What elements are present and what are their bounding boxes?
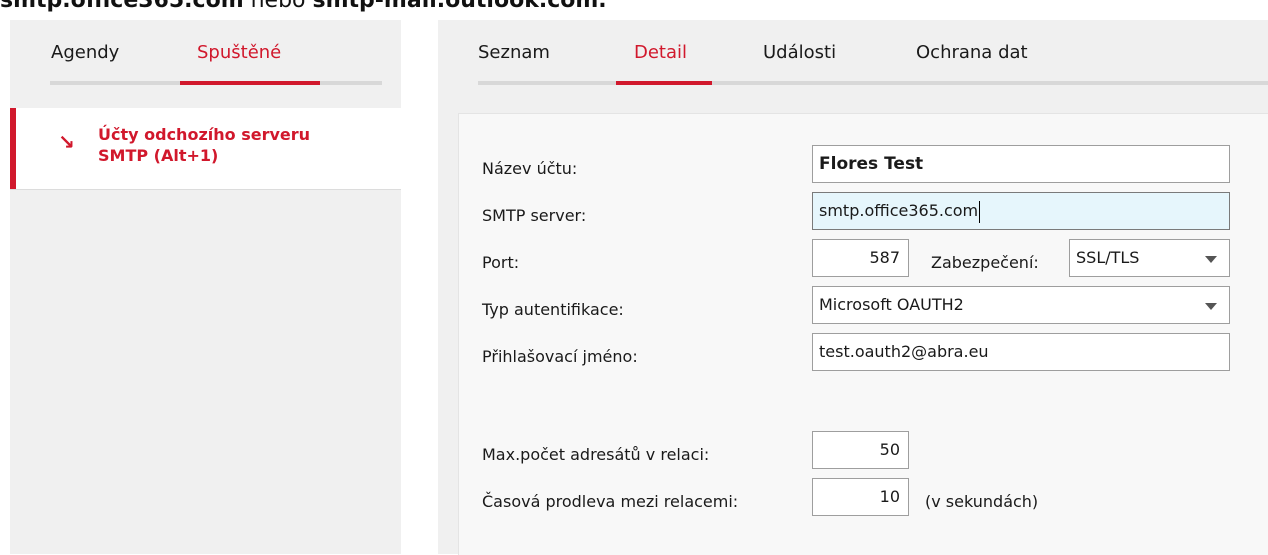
connector-text: nebo [243,0,313,13]
chevron-down-icon [1205,303,1217,310]
detail-tab-bar: Seznam Detail Události Ochrana dat [438,20,1268,86]
max-recipients-label: Max.počet adresátů v relaci: [482,445,710,464]
selection-accent [10,108,16,189]
auth-type-select[interactable]: Microsoft OAUTH2 [812,286,1230,324]
running-agenda-label: Účty odchozího serveru SMTP (Alt+1) [98,124,388,166]
login-label: Přihlašovací jméno: [482,347,638,366]
delay-unit-label: (v sekundách) [925,492,1039,511]
port-label: Port: [482,253,520,272]
detail-tabs-rule [478,81,1268,85]
tab-spustene[interactable]: Spuštěné [197,42,281,63]
right-panel: Seznam Detail Události Ochrana dat Název… [438,20,1268,555]
account-name-field[interactable]: Flores Test [812,145,1230,183]
login-field[interactable]: test.oauth2@abra.eu [812,333,1230,371]
smtp-server-value: smtp.office365.com [819,201,979,220]
running-agenda-item[interactable]: ↘ Účty odchozího serveru SMTP (Alt+1) [10,108,401,190]
text-caret [979,200,981,223]
active-tab-underline [180,81,320,85]
left-panel: Agendy Spuštěné ↘ Účty odchozího serveru… [10,20,401,554]
tab-seznam[interactable]: Seznam [478,42,550,63]
delay-label: Časová prodleva mezi relacemi: [482,492,739,511]
tab-agendy[interactable]: Agendy [51,42,119,63]
smtp-server-field[interactable]: smtp.office365.com [812,192,1230,230]
security-label: Zabezpečení: [931,253,1039,272]
auth-type-label: Typ autentifikace: [482,300,624,319]
security-value: SSL/TLS [1076,248,1140,267]
active-tab-underline [616,81,712,85]
arrow-down-right-icon: ↘ [58,130,75,154]
server-name-2: smtp-mail.outlook.com. [312,0,607,13]
delay-field[interactable]: 10 [812,478,909,516]
smtp-server-label: SMTP server: [482,206,587,225]
page-text-fragment: smtp.office365.com nebo smtp-mail.outloo… [0,0,607,18]
tab-ochrana-dat[interactable]: Ochrana dat [916,42,1028,63]
account-name-label: Název účtu: [482,159,578,178]
tab-udalosti[interactable]: Události [763,42,836,63]
server-name-1: smtp.office365.com [0,0,244,13]
detail-form: Název účtu: Flores Test SMTP server: smt… [458,113,1268,555]
running-agenda-line1: Účty odchozího serveru [98,125,311,144]
chevron-down-icon [1205,256,1217,263]
port-field[interactable]: 587 [812,239,909,277]
running-agenda-line2: SMTP (Alt+1) [98,146,219,165]
security-select[interactable]: SSL/TLS [1069,239,1230,277]
max-recipients-field[interactable]: 50 [812,431,909,469]
tab-detail[interactable]: Detail [634,42,687,63]
auth-type-value: Microsoft OAUTH2 [819,295,964,314]
left-tab-bar: Agendy Spuštěné [10,20,401,86]
